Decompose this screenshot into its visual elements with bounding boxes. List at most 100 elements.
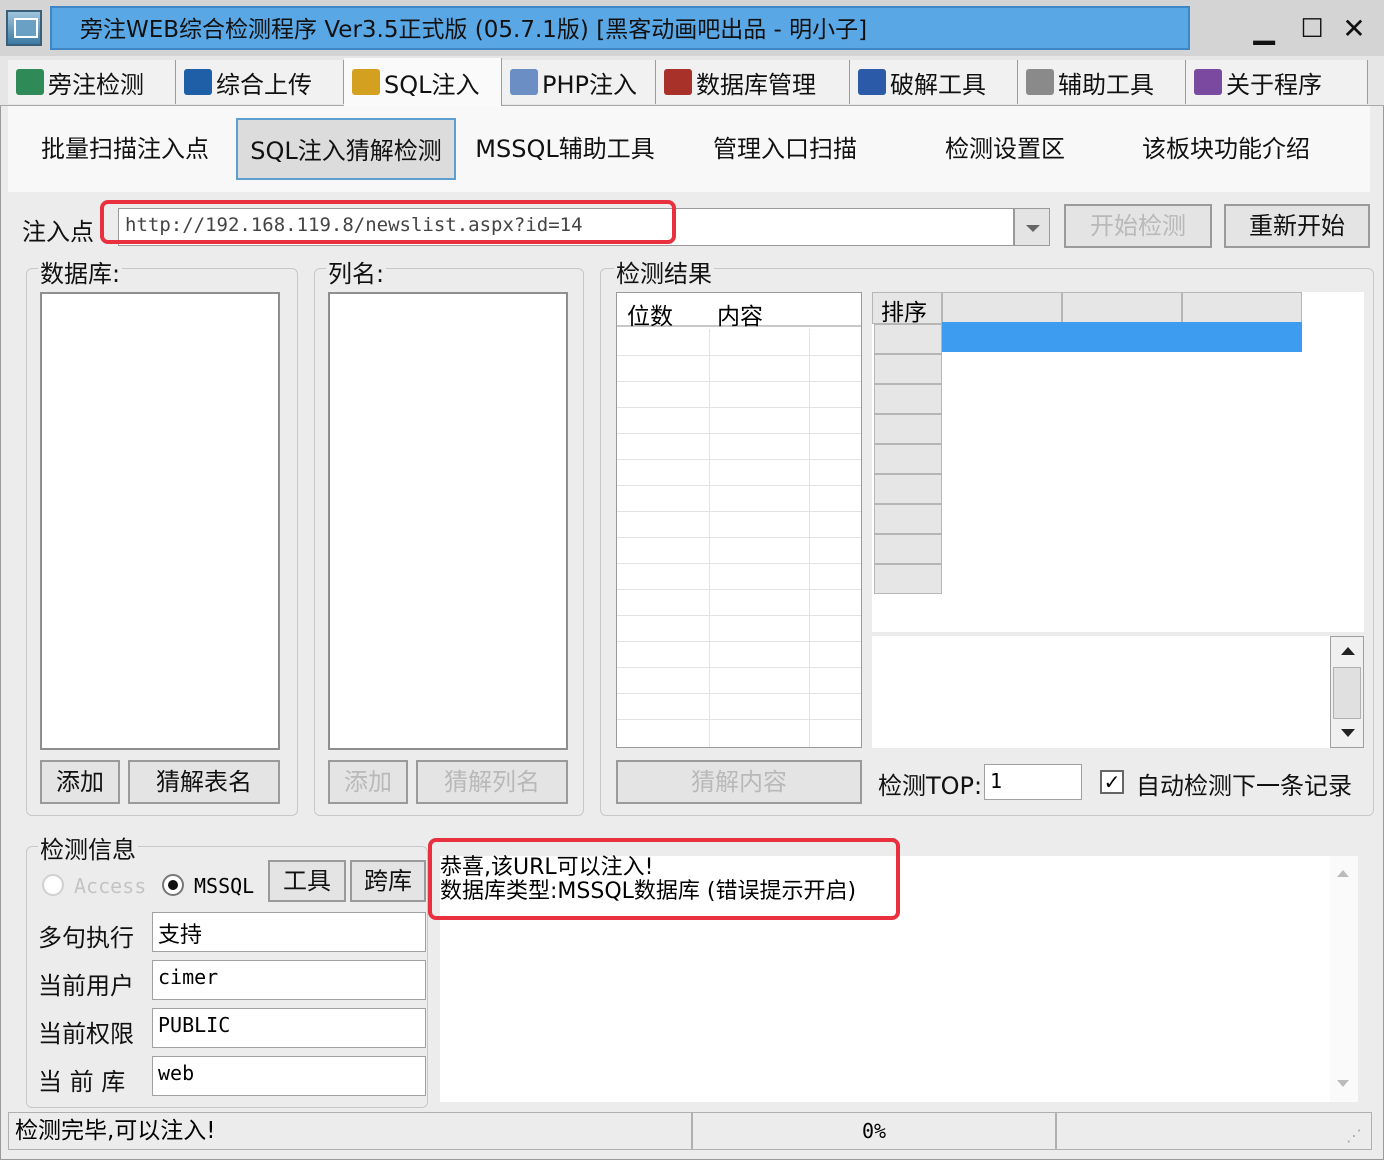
database-list[interactable] <box>40 292 280 750</box>
message-scrollbar[interactable] <box>1330 856 1358 1102</box>
grid-hline <box>617 615 861 616</box>
grid-hline <box>617 693 861 694</box>
detail-scrollbar[interactable] <box>1330 636 1364 748</box>
subnav-batch-scan[interactable]: 批量扫描注入点 <box>22 118 228 180</box>
grid-row-header[interactable] <box>874 534 942 564</box>
access-radio[interactable] <box>42 874 64 896</box>
current-permission-label: 当前权限 <box>38 1020 134 1048</box>
database-icon <box>664 69 692 95</box>
mssql-radio-label: MSSQL <box>194 874 255 898</box>
bar-chart-icon <box>184 69 212 95</box>
selected-grid-row[interactable] <box>942 322 1302 352</box>
restart-button[interactable]: 重新开始 <box>1224 204 1370 248</box>
tab-5[interactable]: 破解工具 <box>850 60 1018 104</box>
auto-next-checkbox[interactable]: ✓ <box>1100 770 1124 794</box>
subnav-help[interactable]: 该板块功能介绍 <box>1128 118 1324 180</box>
scroll-thumb[interactable] <box>1333 667 1361 719</box>
database-label: 数据库: <box>38 254 123 289</box>
grid-row-header[interactable] <box>874 474 942 504</box>
current-permission-value: PUBLIC <box>152 1008 426 1048</box>
tab-6[interactable]: 辅助工具 <box>1018 60 1186 104</box>
sort-header[interactable]: 排序 <box>872 292 942 326</box>
grid-row-header[interactable] <box>874 504 942 534</box>
scroll-down-icon[interactable] <box>1341 729 1355 737</box>
minimize-button[interactable]: ▁ <box>1246 12 1282 46</box>
add-table-button[interactable]: 添加 <box>40 760 120 804</box>
tab-3[interactable]: PHP注入 <box>502 60 656 104</box>
subnav-sql-inject[interactable]: SQL注入猜解检测 <box>236 118 456 180</box>
grid-col-header[interactable] <box>1182 292 1302 324</box>
multi-exec-label: 多句执行 <box>38 924 134 952</box>
grid-col-header[interactable] <box>1062 292 1182 324</box>
books-icon <box>1194 69 1222 95</box>
scroll-down-icon[interactable] <box>1337 1080 1349 1087</box>
grid-row-header[interactable] <box>874 564 942 594</box>
columns-list[interactable] <box>328 292 568 750</box>
info-label: 检测信息 <box>38 830 138 865</box>
grid-hline <box>617 433 861 434</box>
multi-exec-value: 支持 <box>152 912 426 952</box>
resize-grip-icon[interactable]: ⋰ <box>1346 1126 1362 1145</box>
mssql-radio[interactable] <box>162 874 184 896</box>
maximize-button[interactable]: ☐ <box>1294 12 1330 46</box>
grid-hline <box>617 407 861 408</box>
guess-columns-button[interactable]: 猜解列名 <box>416 760 568 804</box>
subnav-mssql-tools[interactable]: MSSQL辅助工具 <box>470 118 660 180</box>
tab-label: 综合上传 <box>216 70 312 99</box>
current-db-label: 当 前 库 <box>38 1068 126 1096</box>
grid-row-header[interactable] <box>874 324 942 354</box>
auto-next-label: 自动检测下一条记录 <box>1136 772 1352 800</box>
grid-hline <box>617 667 861 668</box>
grid-hline <box>617 355 861 356</box>
status-panel <box>1056 1112 1372 1150</box>
grid-row-header[interactable] <box>874 354 942 384</box>
status-progress: 0% <box>692 1112 1056 1150</box>
tab-label: PHP注入 <box>542 70 637 99</box>
current-user-value: cimer <box>152 960 426 1000</box>
top-label: 检测TOP: <box>878 772 983 800</box>
tab-7[interactable]: 关于程序 <box>1186 60 1368 104</box>
scroll-up-icon[interactable] <box>1337 870 1349 877</box>
tab-label: 破解工具 <box>890 70 986 99</box>
tab-2[interactable]: SQL注入 <box>344 58 502 106</box>
data-grid[interactable]: 排序 <box>872 292 1364 632</box>
tab-1[interactable]: 综合上传 <box>176 60 344 104</box>
magnifier-globe-icon <box>16 69 44 95</box>
top-input[interactable]: 1 <box>984 764 1082 800</box>
window-title: 旁注WEB综合检测程序 Ver3.5正式版 (05.7.1版) [黑客动画吧出品… <box>80 17 868 43</box>
tab-label: 关于程序 <box>1226 70 1322 99</box>
grid-row-header[interactable] <box>874 384 942 414</box>
col-content-header[interactable]: 内容 <box>717 297 763 331</box>
access-radio-label: Access <box>74 874 147 898</box>
col-position-header[interactable]: 位数 <box>627 297 673 331</box>
document-icon <box>510 69 538 95</box>
results-listview[interactable]: 位数 内容 <box>616 292 862 748</box>
grid-row-header[interactable] <box>874 444 942 474</box>
grid-col-header[interactable] <box>942 292 1062 324</box>
grid-hline <box>617 511 861 512</box>
tab-label: 辅助工具 <box>1058 70 1154 99</box>
cross-db-button[interactable]: 跨库 <box>350 860 426 902</box>
add-column-button[interactable]: 添加 <box>328 760 408 804</box>
start-detect-button[interactable]: 开始检测 <box>1064 204 1212 248</box>
results-label: 检测结果 <box>614 254 714 289</box>
grid-hline <box>617 381 861 382</box>
grid-hline <box>617 485 861 486</box>
guess-tables-button[interactable]: 猜解表名 <box>128 760 280 804</box>
detail-textbox[interactable] <box>872 636 1364 748</box>
grid-hline <box>617 589 861 590</box>
url-dropdown-button[interactable] <box>1014 208 1050 246</box>
grid-row-header[interactable] <box>874 414 942 444</box>
inject-point-label: 注入点 <box>22 218 94 246</box>
tab-4[interactable]: 数据库管理 <box>656 60 850 104</box>
close-button[interactable]: ✕ <box>1336 12 1372 46</box>
scroll-up-icon[interactable] <box>1341 647 1355 655</box>
current-db-value: web <box>152 1056 426 1096</box>
subnav-admin-scan[interactable]: 管理入口扫描 <box>690 118 880 180</box>
subnav-settings[interactable]: 检测设置区 <box>912 118 1098 180</box>
guess-content-button[interactable]: 猜解内容 <box>616 760 862 804</box>
grid-vline <box>809 329 810 747</box>
tools-button[interactable]: 工具 <box>268 860 346 902</box>
grid-hline <box>617 641 861 642</box>
tab-0[interactable]: 旁注检测 <box>8 60 176 104</box>
